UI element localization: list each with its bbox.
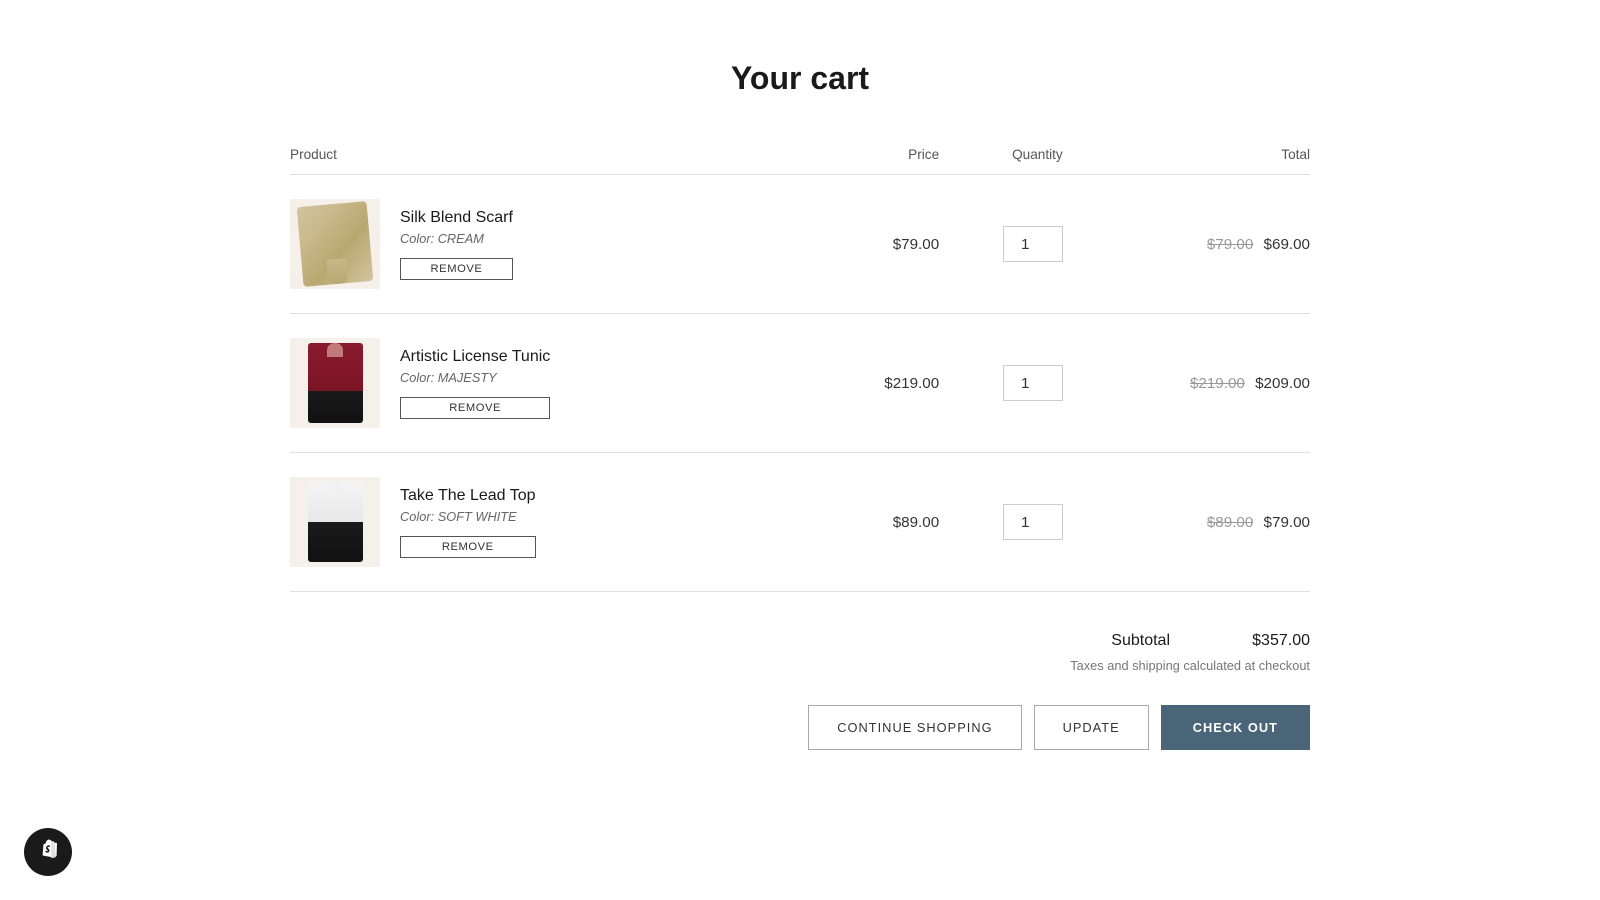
- original-price: $89.00: [1207, 514, 1253, 531]
- product-cell: Silk Blend Scarf Color: CREAM REMOVE: [290, 199, 826, 289]
- subtotal-label: Subtotal: [1111, 632, 1170, 650]
- product-image-top: [308, 482, 363, 562]
- cart-footer: Subtotal $357.00 Taxes and shipping calc…: [290, 632, 1310, 750]
- shopify-badge[interactable]: [24, 828, 72, 876]
- product-quantity-cell: [939, 453, 1063, 592]
- product-cell: Take The Lead Top Color: SOFT WHITE REMO…: [290, 477, 826, 567]
- product-image-scarf: [297, 201, 374, 287]
- update-button[interactable]: UPDATE: [1034, 705, 1149, 750]
- product-total: $89.00 $79.00: [1063, 453, 1310, 592]
- cart-table: Product Price Quantity Total Silk Blend …: [290, 147, 1310, 592]
- subtotal-value: $357.00: [1230, 632, 1310, 650]
- product-name: Silk Blend Scarf: [400, 209, 513, 227]
- remove-button[interactable]: REMOVE: [400, 397, 550, 419]
- discounted-price: $79.00: [1264, 514, 1310, 531]
- column-header-price: Price: [826, 147, 939, 175]
- product-info: Artistic License Tunic Color: MAJESTY RE…: [400, 348, 550, 419]
- product-info: Silk Blend Scarf Color: CREAM REMOVE: [400, 209, 513, 280]
- product-name: Artistic License Tunic: [400, 348, 550, 366]
- table-row: Silk Blend Scarf Color: CREAM REMOVE $79…: [290, 175, 1310, 314]
- product-price: $219.00: [826, 314, 939, 453]
- remove-button[interactable]: REMOVE: [400, 536, 536, 558]
- table-row: Artistic License Tunic Color: MAJESTY RE…: [290, 314, 1310, 453]
- quantity-input[interactable]: [1003, 365, 1063, 401]
- tax-note: Taxes and shipping calculated at checkou…: [1070, 658, 1310, 673]
- discounted-price: $69.00: [1264, 236, 1310, 253]
- column-header-total: Total: [1063, 147, 1310, 175]
- discounted-price: $209.00: [1255, 375, 1310, 392]
- remove-button[interactable]: REMOVE: [400, 258, 513, 280]
- table-row: Take The Lead Top Color: SOFT WHITE REMO…: [290, 453, 1310, 592]
- product-image-container: [290, 477, 380, 567]
- product-name: Take The Lead Top: [400, 487, 536, 505]
- product-price: $79.00: [826, 175, 939, 314]
- product-info: Take The Lead Top Color: SOFT WHITE REMO…: [400, 487, 536, 558]
- product-image-container: [290, 338, 380, 428]
- product-total: $79.00 $69.00: [1063, 175, 1310, 314]
- product-color: Color: MAJESTY: [400, 370, 550, 385]
- original-price: $79.00: [1207, 236, 1253, 253]
- product-total: $219.00 $209.00: [1063, 314, 1310, 453]
- continue-shopping-button[interactable]: CONTINUE SHOPPING: [808, 705, 1021, 750]
- product-color: Color: SOFT WHITE: [400, 509, 536, 524]
- quantity-input[interactable]: [1003, 226, 1063, 262]
- subtotal-row: Subtotal $357.00: [1111, 632, 1310, 650]
- product-image-tunic: [308, 343, 363, 423]
- product-image-container: [290, 199, 380, 289]
- product-quantity-cell: [939, 314, 1063, 453]
- column-header-product: Product: [290, 147, 826, 175]
- cart-actions: CONTINUE SHOPPING UPDATE CHECK OUT: [808, 705, 1310, 750]
- column-header-quantity: Quantity: [939, 147, 1063, 175]
- page-title: Your cart: [290, 60, 1310, 97]
- shopify-icon: [34, 838, 62, 866]
- product-price: $89.00: [826, 453, 939, 592]
- product-color: Color: CREAM: [400, 231, 513, 246]
- product-quantity-cell: [939, 175, 1063, 314]
- product-cell: Artistic License Tunic Color: MAJESTY RE…: [290, 338, 826, 428]
- original-price: $219.00: [1190, 375, 1245, 392]
- checkout-button[interactable]: CHECK OUT: [1161, 705, 1310, 750]
- quantity-input[interactable]: [1003, 504, 1063, 540]
